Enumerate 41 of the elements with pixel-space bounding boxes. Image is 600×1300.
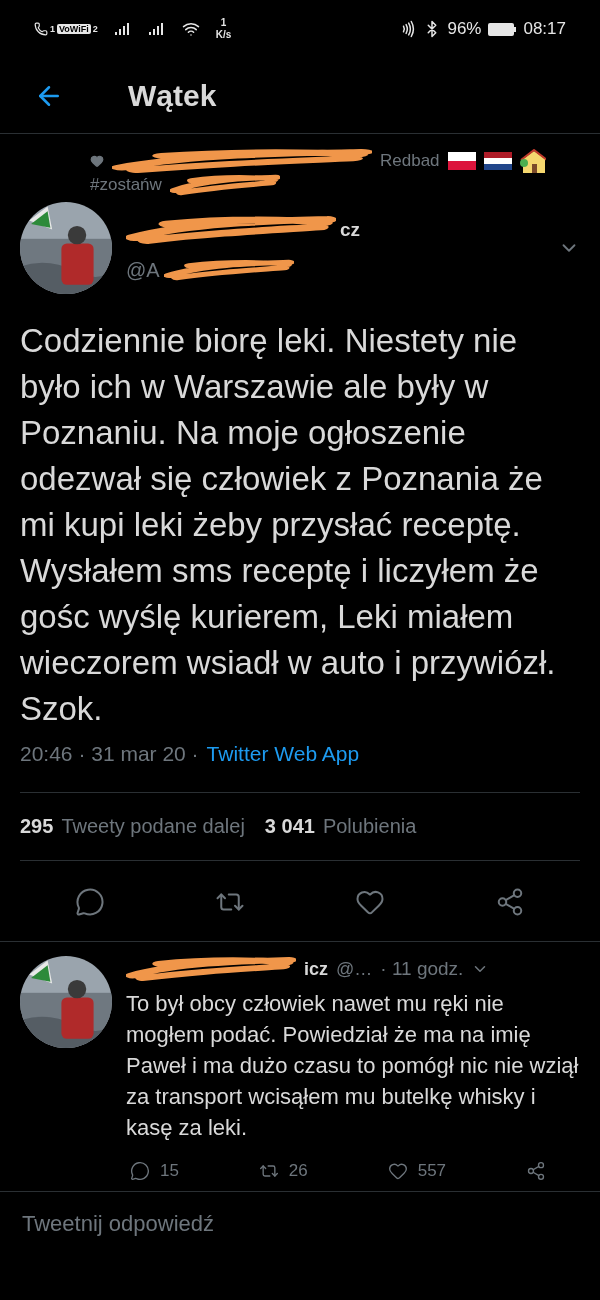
share-icon	[526, 1161, 546, 1181]
hashtag-text: #zostańw	[90, 175, 162, 195]
reply-button[interactable]: 15	[126, 1157, 183, 1185]
vowifi-badge: VoWiFi	[57, 24, 91, 34]
author-name: icz	[304, 958, 328, 980]
liked-by-text: Redbad	[380, 151, 440, 171]
reply-time: · 11 godz.	[380, 958, 464, 980]
clock-time: 08:17	[523, 19, 566, 39]
wifi-icon	[181, 20, 200, 38]
battery-icon	[487, 21, 518, 37]
share-icon	[495, 887, 525, 917]
stat-label[interactable]: Polubienia	[322, 815, 417, 838]
tweet-timestamp: 20:46 · 31 mar 20 ·	[20, 742, 199, 766]
retweet-button[interactable]: 26	[254, 1157, 312, 1185]
speed-unit: K/s	[215, 29, 232, 41]
stat-count: 295	[20, 815, 54, 838]
reply-field[interactable]: Tweetnij odpowiedź	[20, 1210, 580, 1238]
author-name: cz	[340, 218, 361, 241]
heart-icon	[90, 154, 104, 168]
reply-text: To był obcy człowiek nawet mu ręki nie mogłem podać. Powiedział że ma na imię Paweł i ma dużo czasu to pomógł nic nie wziął za transport wcisąłem mu butelkę whisky i kasę za leki.	[126, 990, 580, 1142]
call-icon	[34, 22, 48, 36]
signal-icon	[147, 22, 166, 36]
reply-icon	[75, 887, 105, 917]
stat-label[interactable]: Tweety podane dalej	[61, 815, 245, 838]
source-link[interactable]: Twitter Web App	[206, 742, 360, 766]
tweet-text: Codziennie biorę leki. Niestety nie było ich w Warszawie ale były w Poznaniu. Na moje ogłoszenie odezwał się człowiek z Poznania że mi kupi leki żeby przysłać receptę. Wysłałem sms receptę i liczyłem że gośc wyślę kurierem, Leki miałem wieczorem wsiadł w auto i przywiózł. Szok.	[20, 321, 557, 729]
heart-icon	[387, 1161, 408, 1181]
author-handle: @…	[336, 958, 373, 980]
flag-icon	[483, 152, 512, 170]
like-button[interactable]: 557	[383, 1157, 451, 1185]
signal-icon	[113, 22, 132, 36]
battery-percent: 96%	[447, 19, 482, 39]
reply-icon	[130, 1161, 150, 1181]
speed-value: 1	[220, 17, 227, 29]
page-title: Wątek	[128, 78, 217, 113]
sim-number: 1	[50, 24, 55, 34]
author-handle: @A	[126, 258, 160, 282]
stat-count: 3 041	[264, 815, 315, 838]
flag-icon	[447, 152, 476, 170]
sim-number: 2	[92, 24, 98, 34]
house-icon	[519, 149, 546, 173]
